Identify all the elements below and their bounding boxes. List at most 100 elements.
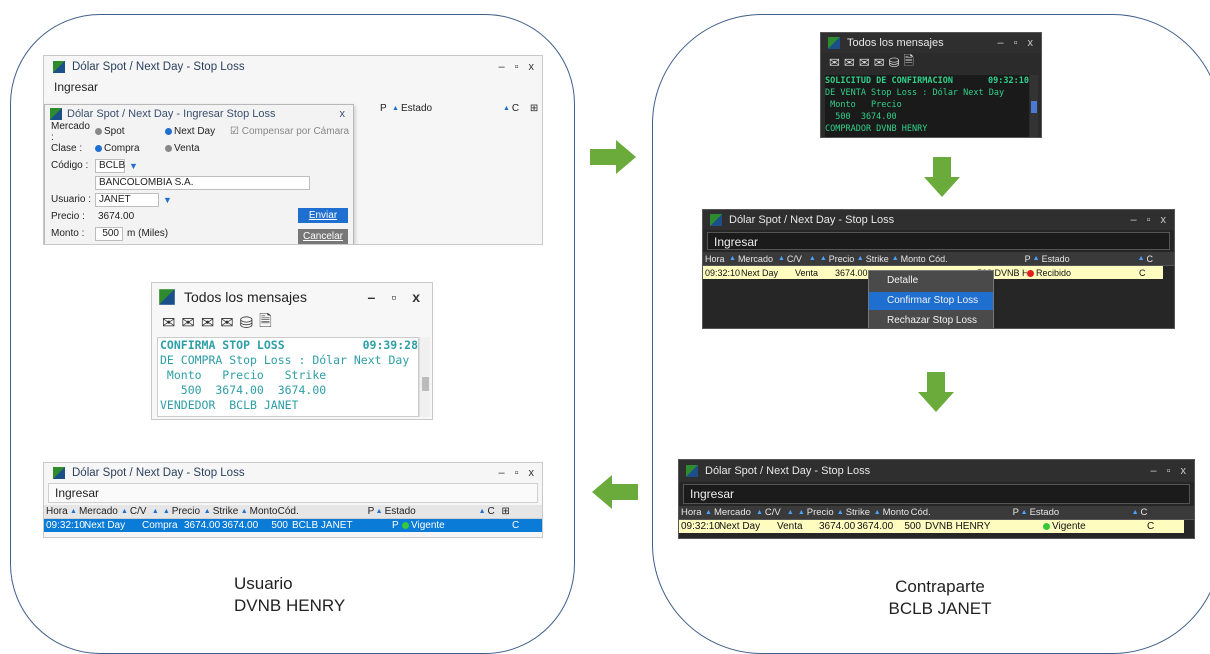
col-p[interactable]: P bbox=[368, 506, 375, 517]
usuario-dropdown-icon[interactable]: ▼ bbox=[163, 195, 172, 205]
user-result-window: Dólar Spot / Next Day - Stop Loss – ▫ x … bbox=[43, 462, 543, 538]
col-monto[interactable]: Monto bbox=[883, 507, 911, 518]
col-precio[interactable]: Precio bbox=[172, 506, 202, 517]
col-c[interactable]: C bbox=[488, 506, 502, 517]
close-icon[interactable]: x bbox=[1161, 214, 1167, 226]
menu-item-rechazar[interactable]: Rechazar Stop Loss bbox=[869, 312, 993, 328]
column-chooser-icon[interactable]: ⊞ bbox=[502, 506, 510, 517]
document-icon[interactable]: 🗎 bbox=[904, 52, 914, 74]
col-cv[interactable]: C/V bbox=[130, 506, 150, 517]
envelope-icon[interactable]: ✉ bbox=[220, 313, 233, 333]
app-logo-icon bbox=[827, 36, 841, 50]
codigo-dropdown-icon[interactable]: ▼ bbox=[129, 161, 138, 171]
compensar-checkbox[interactable]: ☑ Compensar por Cámara bbox=[230, 126, 349, 137]
cell-hora: 09:32:10 bbox=[705, 267, 741, 278]
envelope-icon[interactable]: ✉ bbox=[181, 313, 194, 333]
menu-item-confirmar[interactable]: Confirmar Stop Loss bbox=[869, 292, 993, 310]
message-body: SOLICITUD DE CONFIRMACION 09:32:10 DE VEN… bbox=[825, 75, 1029, 137]
close-icon[interactable]: x bbox=[1028, 37, 1034, 49]
envelope-icon[interactable]: ✉ bbox=[874, 55, 885, 71]
col-mercado[interactable]: Mercado bbox=[79, 506, 119, 517]
envelope-icon[interactable]: ✉ bbox=[201, 313, 214, 333]
envelope-icon[interactable]: ✉ bbox=[162, 313, 175, 333]
col-p[interactable]: P bbox=[1013, 507, 1019, 518]
messages-title: Todos los mensajes bbox=[184, 289, 307, 305]
col-cod[interactable]: Cód. bbox=[929, 254, 1025, 264]
spot-radio[interactable]: Spot bbox=[95, 126, 165, 137]
col-hora[interactable]: Hora bbox=[705, 254, 727, 264]
close-icon[interactable]: x bbox=[1181, 465, 1187, 477]
precio-field[interactable]: 3674.00 bbox=[95, 209, 159, 224]
menu-item-detalle[interactable]: Detalle bbox=[869, 272, 993, 290]
col-strike[interactable]: Strike bbox=[213, 506, 239, 517]
col-c[interactable]: C bbox=[1147, 254, 1159, 264]
maximize-icon[interactable]: ▫ bbox=[391, 289, 396, 305]
maximize-icon[interactable]: ▫ bbox=[1014, 37, 1018, 49]
database-icon[interactable]: ⛁ bbox=[889, 55, 900, 71]
envelope-icon[interactable]: ✉ bbox=[829, 55, 840, 71]
close-icon[interactable]: x bbox=[412, 289, 420, 305]
col-cv[interactable]: C/V bbox=[765, 507, 785, 518]
envelope-icon[interactable]: ✉ bbox=[844, 55, 855, 71]
minimize-icon[interactable]: – bbox=[498, 467, 504, 479]
cell-estado: Recibido bbox=[1027, 268, 1139, 278]
maximize-icon[interactable]: ▫ bbox=[1167, 465, 1171, 477]
arrow-down-icon bbox=[918, 372, 954, 412]
col-strike[interactable]: Strike bbox=[846, 507, 872, 518]
message-scrollbar[interactable] bbox=[1030, 75, 1038, 137]
col-mercado[interactable]: Mercado bbox=[738, 254, 776, 264]
minimize-icon[interactable]: – bbox=[367, 289, 375, 305]
ingresar-button[interactable]: Ingresar bbox=[48, 78, 98, 98]
col-mercado[interactable]: Mercado bbox=[714, 507, 754, 518]
document-icon[interactable]: 🗎 bbox=[259, 310, 272, 337]
background-table-header: P ▲ Estado ▲ C ⊞ bbox=[374, 101, 542, 115]
table-row[interactable]: 09:32:10 Next Day Compra 3674.00 3674.00… bbox=[44, 519, 542, 532]
col-cod[interactable]: Cód. bbox=[278, 506, 368, 517]
col-monto[interactable]: Monto bbox=[250, 506, 278, 517]
minimize-icon[interactable]: – bbox=[498, 61, 504, 73]
table-row[interactable]: 09:32:10 Next Day Venta 3674.00 3674.00 … bbox=[679, 520, 1184, 533]
col-estado[interactable]: Estado bbox=[385, 506, 477, 517]
enviar-button[interactable]: Enviar bbox=[298, 208, 348, 223]
cancelar-button[interactable]: Cancelar bbox=[298, 229, 348, 244]
next-day-radio[interactable]: Next Day bbox=[165, 126, 230, 137]
ingresar-button[interactable]: Ingresar bbox=[683, 484, 1190, 504]
col-estado: Estado bbox=[400, 102, 433, 114]
dialog-close-icon[interactable]: x bbox=[340, 108, 354, 120]
col-cv[interactable]: C/V bbox=[787, 254, 807, 264]
column-chooser-icon[interactable]: ⊞ bbox=[530, 103, 538, 114]
col-precio[interactable]: Precio bbox=[829, 254, 855, 264]
col-p[interactable]: P bbox=[1025, 254, 1031, 264]
col-estado[interactable]: Estado bbox=[1030, 507, 1130, 518]
counterparty-caption: Contraparte BCLB JANET bbox=[880, 576, 1000, 620]
maximize-icon[interactable]: ▫ bbox=[1147, 214, 1151, 226]
message-scrollbar[interactable] bbox=[419, 337, 430, 417]
monto-field[interactable]: 500 bbox=[95, 226, 123, 241]
close-icon[interactable]: x bbox=[529, 467, 535, 479]
message-body: CONFIRMA STOP LOSS 09:39:28 DE COMPRA Sto… bbox=[157, 337, 419, 417]
col-hora[interactable]: Hora bbox=[46, 506, 68, 517]
maximize-icon[interactable]: ▫ bbox=[515, 61, 519, 73]
minimize-icon[interactable]: – bbox=[1130, 214, 1136, 226]
usuario-field[interactable]: JANET bbox=[95, 192, 159, 207]
col-c[interactable]: C bbox=[1141, 507, 1153, 518]
col-monto[interactable]: Monto bbox=[901, 254, 929, 264]
col-cod[interactable]: Cód. bbox=[911, 507, 1013, 518]
compra-radio[interactable]: Compra bbox=[95, 143, 165, 154]
codigo-field[interactable]: BCLB bbox=[95, 158, 125, 173]
database-icon[interactable]: ⛁ bbox=[240, 313, 253, 333]
usuario-row: Usuario : JANET ▼ bbox=[45, 191, 353, 208]
close-icon[interactable]: x bbox=[529, 61, 535, 73]
venta-radio[interactable]: Venta bbox=[165, 143, 200, 154]
col-hora[interactable]: Hora bbox=[681, 507, 703, 518]
col-precio[interactable]: Precio bbox=[807, 507, 835, 518]
col-estado[interactable]: Estado bbox=[1042, 254, 1136, 264]
minimize-icon[interactable]: – bbox=[1150, 465, 1156, 477]
envelope-icon[interactable]: ✉ bbox=[859, 55, 870, 71]
ingresar-button[interactable]: Ingresar bbox=[48, 483, 538, 503]
col-strike[interactable]: Strike bbox=[866, 254, 890, 264]
window-titlebar: Dólar Spot / Next Day - Stop Loss – ▫ x bbox=[679, 460, 1194, 482]
ingresar-button[interactable]: Ingresar bbox=[707, 232, 1170, 250]
maximize-icon[interactable]: ▫ bbox=[515, 467, 519, 479]
minimize-icon[interactable]: – bbox=[997, 37, 1003, 49]
